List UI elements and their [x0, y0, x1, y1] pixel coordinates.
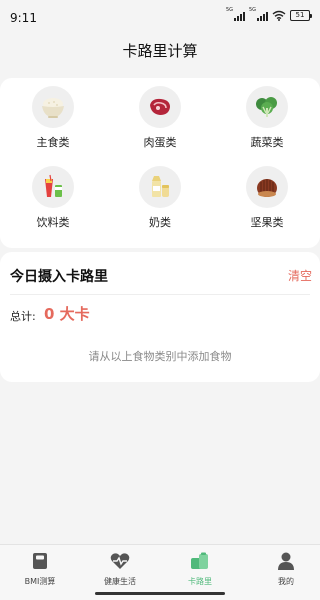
clear-button[interactable]: 清空	[288, 267, 312, 284]
tab-label: 卡路里	[188, 577, 212, 586]
tab-bmi[interactable]: BMI测算	[0, 551, 80, 587]
drink-icon	[32, 166, 74, 208]
tab-healthy-life[interactable]: 健康生活	[80, 551, 160, 587]
scale-icon	[0, 551, 80, 571]
category-meat-egg[interactable]: 肉蛋类	[120, 86, 200, 150]
category-label: 肉蛋类	[143, 136, 177, 149]
category-label: 奶类	[149, 216, 171, 229]
status-time: 9:11	[10, 11, 37, 25]
category-label: 饮料类	[36, 216, 70, 229]
food-category-grid: 主食类 肉蛋类 蔬菜类 饮料类 奶类 坚果类	[0, 78, 320, 248]
calorie-icon	[160, 551, 240, 571]
total-calories-value: 0 大卡	[44, 305, 90, 323]
battery-level: 51	[295, 11, 305, 19]
category-label: 坚果类	[250, 216, 284, 229]
status-icons: 5G 5G 51	[226, 7, 312, 21]
signal-icon: 5G	[249, 7, 268, 21]
person-icon	[246, 551, 320, 571]
tab-label: 健康生活	[104, 577, 136, 586]
milk-icon	[139, 166, 181, 208]
empty-hint: 请从以上食物类别中添加食物	[88, 350, 232, 363]
battery-icon: 51	[290, 10, 312, 21]
rice-bowl-icon	[32, 86, 74, 128]
meat-icon	[139, 86, 181, 128]
category-vegetable[interactable]: 蔬菜类	[227, 86, 307, 150]
divider	[10, 294, 310, 295]
category-milk[interactable]: 奶类	[120, 166, 200, 230]
status-bar: 9:11 5G 5G 51	[0, 0, 320, 34]
network-type-label: 5G	[226, 6, 234, 13]
category-drink[interactable]: 饮料类	[13, 166, 93, 230]
today-intake-title: 今日摄入卡路里	[10, 269, 108, 285]
tab-label: BMI测算	[24, 577, 56, 586]
signal-icon: 5G	[226, 7, 245, 21]
category-label: 蔬菜类	[250, 136, 284, 149]
network-type-label: 5G	[249, 6, 257, 13]
heart-icon	[80, 551, 160, 571]
category-nut[interactable]: 坚果类	[227, 166, 307, 230]
vegetable-icon	[246, 86, 288, 128]
tab-mine[interactable]: 我的	[246, 551, 320, 587]
tab-label: 我的	[278, 577, 294, 586]
nut-icon	[246, 166, 288, 208]
home-indicator	[95, 592, 225, 595]
category-label: 主食类	[36, 136, 70, 149]
page-title: 卡路里计算	[122, 42, 198, 60]
tab-calorie[interactable]: 卡路里	[160, 551, 240, 587]
wifi-icon	[272, 10, 286, 21]
total-label: 总计:	[10, 310, 36, 323]
category-staple-food[interactable]: 主食类	[13, 86, 93, 150]
today-intake-card: 今日摄入卡路里 清空 总计: 0 大卡 请从以上食物类别中添加食物	[0, 252, 320, 382]
